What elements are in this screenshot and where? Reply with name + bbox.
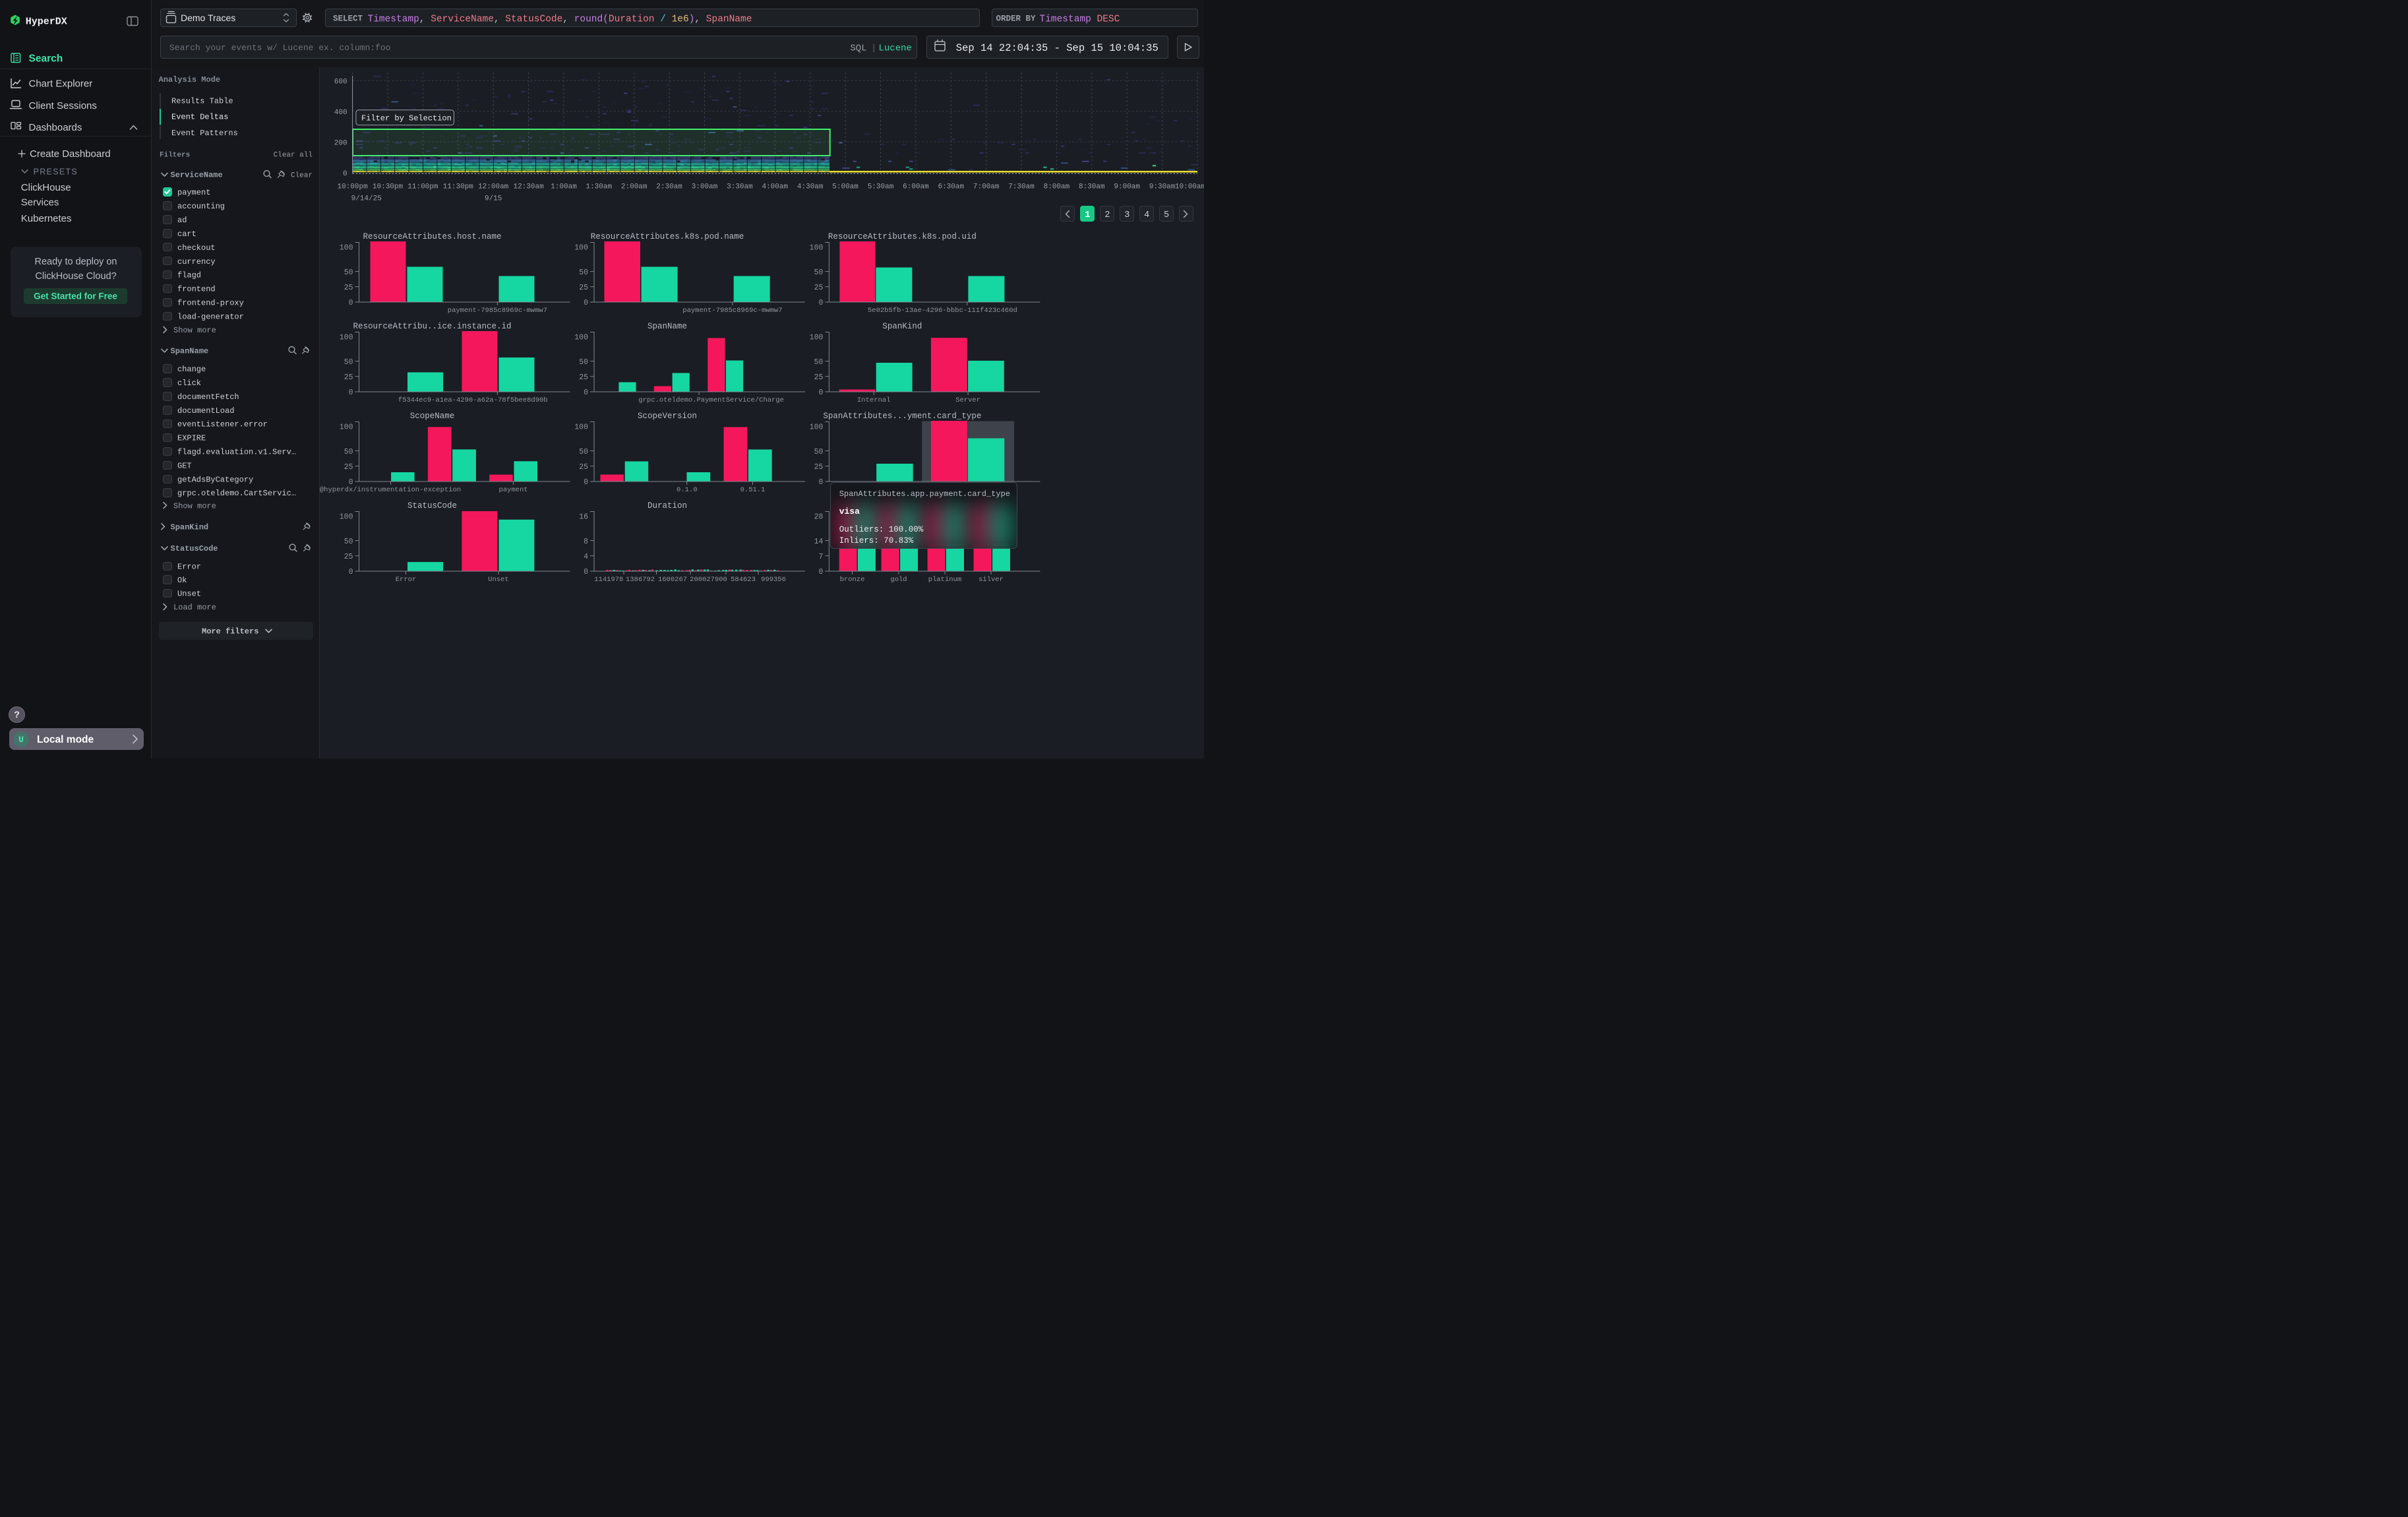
svg-text:1e6: 1e6 <box>672 14 689 24</box>
svg-text:GET: GET <box>177 461 192 470</box>
svg-text:Ready to deploy on: Ready to deploy on <box>35 257 117 267</box>
svg-text:Services: Services <box>21 197 59 208</box>
svg-text:Chart Explorer: Chart Explorer <box>29 78 93 90</box>
svg-text:cart: cart <box>177 230 196 239</box>
svg-text:currency: currency <box>177 257 216 266</box>
svg-text:Client Sessions: Client Sessions <box>29 100 97 111</box>
svg-text:Results Table: Results Table <box>171 96 233 106</box>
svg-text:flagd.evaluation.v1.Serv…: flagd.evaluation.v1.Serv… <box>177 448 296 457</box>
svg-text:frontend-proxy: frontend-proxy <box>177 299 244 308</box>
svg-text:click: click <box>177 379 201 388</box>
svg-text:): ) <box>689 14 695 24</box>
svg-text:accounting: accounting <box>177 202 225 211</box>
svg-text:2: 2 <box>1104 210 1110 220</box>
svg-text:?: ? <box>14 709 20 720</box>
svg-text:3: 3 <box>1124 210 1129 220</box>
svg-text:SpanName: SpanName <box>171 347 209 356</box>
svg-text:DESC: DESC <box>1091 14 1120 24</box>
svg-text:Sep 14 22:04:35 - Sep 15 10:04: Sep 14 22:04:35 - Sep 15 10:04:35 <box>956 42 1159 54</box>
svg-text:Ok: Ok <box>177 576 187 585</box>
svg-text:StatusCode: StatusCode <box>500 14 563 24</box>
svg-text:Timestamp: Timestamp <box>368 14 419 24</box>
svg-text:Dashboards: Dashboards <box>29 122 82 133</box>
svg-text:frontend: frontend <box>177 285 216 294</box>
svg-text:change: change <box>177 365 206 374</box>
svg-text:EXPIRE: EXPIRE <box>177 434 206 443</box>
svg-text:documentFetch: documentFetch <box>177 392 239 402</box>
svg-text:PRESETS: PRESETS <box>34 167 78 176</box>
svg-text:Create Dashboard: Create Dashboard <box>30 148 111 160</box>
svg-text:getAdsByCategory: getAdsByCategory <box>177 475 253 484</box>
svg-text:Search your events w/ Lucene e: Search your events w/ Lucene ex. column:… <box>169 43 390 53</box>
svg-text:More filters: More filters <box>202 627 258 636</box>
svg-text:U: U <box>18 735 24 745</box>
svg-text:SELECT: SELECT <box>333 15 368 24</box>
svg-text:Event Deltas: Event Deltas <box>171 113 228 122</box>
svg-text:ClickHouse Cloud?: ClickHouse Cloud? <box>35 271 116 282</box>
svg-text:SQL: SQL <box>850 43 866 53</box>
svg-text:,: , <box>419 14 425 24</box>
svg-text:Timestamp: Timestamp <box>1040 14 1091 24</box>
svg-text:Error: Error <box>177 562 201 571</box>
svg-text:Load more: Load more <box>173 603 216 612</box>
svg-text:Duration: Duration <box>609 14 655 24</box>
svg-text:ORDER BY: ORDER BY <box>996 15 1037 24</box>
svg-text:round(: round( <box>568 14 609 24</box>
svg-text:/: / <box>655 14 672 24</box>
svg-text:5: 5 <box>1164 210 1169 220</box>
svg-text:Demo Traces: Demo Traces <box>181 13 235 23</box>
svg-text:Clear: Clear <box>291 171 313 179</box>
svg-text:payment: payment <box>177 188 210 197</box>
svg-text:HyperDX: HyperDX <box>26 16 67 28</box>
svg-text:flagd: flagd <box>177 271 201 280</box>
svg-text:ServiceName: ServiceName <box>425 14 494 24</box>
svg-text:SpanName: SpanName <box>700 14 752 24</box>
svg-text:StatusCode: StatusCode <box>171 544 218 553</box>
svg-text:eventListener.error: eventListener.error <box>177 420 268 429</box>
svg-text:,: , <box>562 14 568 24</box>
svg-text:Show more: Show more <box>173 501 216 511</box>
svg-text:Get Started for Free: Get Started for Free <box>34 292 117 301</box>
svg-text:Local mode: Local mode <box>37 734 94 745</box>
svg-text:Unset: Unset <box>177 590 201 599</box>
svg-text:Analysis Mode: Analysis Mode <box>159 75 221 84</box>
svg-text:ClickHouse: ClickHouse <box>21 182 71 193</box>
svg-text:grpc.oteldemo.CartServic…: grpc.oteldemo.CartServic… <box>177 489 296 498</box>
svg-text:,: , <box>494 14 500 24</box>
svg-text:Kubernetes: Kubernetes <box>21 213 72 224</box>
svg-text:1: 1 <box>1085 210 1090 220</box>
svg-text:Show more: Show more <box>173 326 216 335</box>
svg-text:load-generator: load-generator <box>177 313 244 322</box>
svg-text:Lucene: Lucene <box>879 43 912 53</box>
svg-text:Search: Search <box>29 53 63 64</box>
svg-text:ServiceName: ServiceName <box>171 171 223 180</box>
svg-text:Filters: Filters <box>160 151 190 159</box>
svg-text:SpanKind: SpanKind <box>171 522 209 532</box>
svg-text:checkout: checkout <box>177 243 216 253</box>
svg-text:,: , <box>694 14 700 24</box>
svg-text:|: | <box>871 43 876 53</box>
svg-text:4: 4 <box>1144 210 1149 220</box>
svg-text:ad: ad <box>177 216 187 225</box>
svg-text:Event Patterns: Event Patterns <box>171 129 238 138</box>
svg-text:Clear all: Clear all <box>274 151 313 159</box>
svg-text:documentLoad: documentLoad <box>177 406 234 416</box>
